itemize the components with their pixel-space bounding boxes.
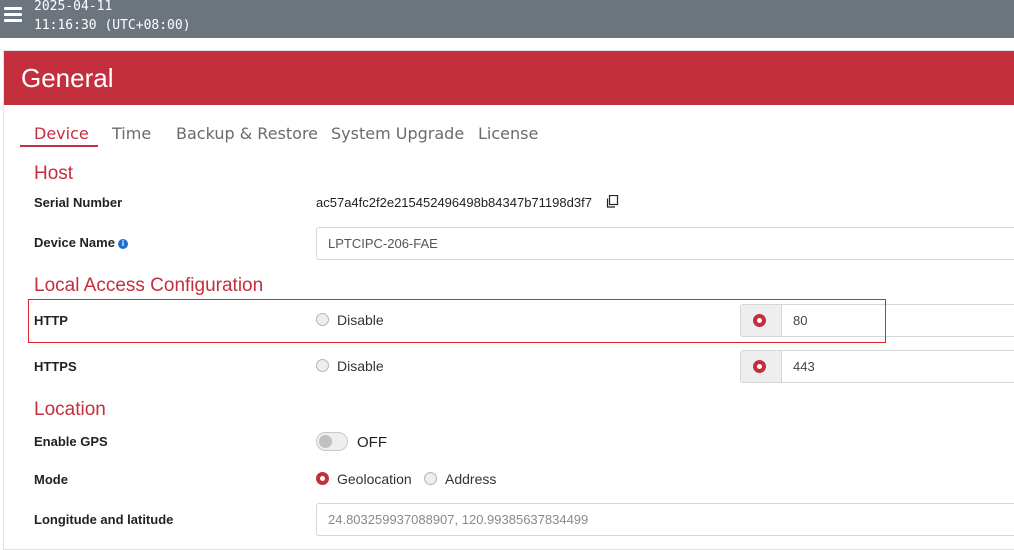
gps-toggle[interactable] <box>316 432 348 451</box>
copy-icon[interactable] <box>606 195 619 208</box>
tab-license[interactable]: License <box>478 124 538 143</box>
tab-time[interactable]: Time <box>112 124 151 143</box>
http-highlight-box <box>28 299 886 343</box>
https-port-group: 443 <box>740 350 1014 383</box>
longitude-latitude-label: Longitude and latitude <box>34 512 174 527</box>
section-title-local-access: Local Access Configuration <box>34 275 264 296</box>
page-title: General <box>21 63 114 93</box>
gps-toggle-state: OFF <box>357 434 387 451</box>
tab-backup-restore[interactable]: Backup & Restore <box>176 124 318 143</box>
tab-device[interactable]: Device <box>34 124 89 143</box>
mode-geolocation-label: Geolocation <box>337 471 412 487</box>
card-header: General <box>4 51 1014 105</box>
https-port-addon <box>741 351 782 382</box>
mode-geolocation-radio[interactable] <box>316 472 329 485</box>
mode-address-radio[interactable] <box>424 472 437 485</box>
longitude-latitude-input[interactable]: 24.803259937088907, 120.99385637834499 <box>316 503 1014 536</box>
active-tab-indicator <box>20 145 98 147</box>
https-disable-radio[interactable] <box>316 359 329 372</box>
current-date: 2025-04-11 <box>34 0 113 14</box>
section-title-host: Host <box>34 163 74 184</box>
enable-gps-label: Enable GPS <box>34 434 108 449</box>
tab-system-upgrade[interactable]: System Upgrade <box>331 124 464 143</box>
device-name-label-text: Device Name <box>34 235 115 250</box>
serial-number-label: Serial Number <box>34 195 123 210</box>
top-bar: 2025-04-11 11:16:30 (UTC+08:00) <box>0 0 1014 38</box>
datetime-display: 2025-04-11 11:16:30 (UTC+08:00) <box>34 0 191 35</box>
device-name-label: Device Name i <box>34 235 128 250</box>
info-icon[interactable]: i <box>117 239 128 249</box>
mode-label: Mode <box>34 472 68 487</box>
serial-number-value: ac57a4fc2f2e215452496498b84347b71198d3f7 <box>316 195 592 210</box>
https-port-radio[interactable] <box>753 360 766 373</box>
current-time: 11:16:30 (UTC+08:00) <box>34 18 191 33</box>
hamburger-menu-icon[interactable] <box>4 7 22 23</box>
https-port-input[interactable]: 443 <box>793 359 815 374</box>
https-label: HTTPS <box>34 359 77 374</box>
https-disable-label: Disable <box>337 358 384 374</box>
device-name-input[interactable]: LPTCIPC-206-FAE <box>316 227 1014 260</box>
mode-address-label: Address <box>445 471 497 487</box>
section-title-location: Location <box>34 399 106 420</box>
